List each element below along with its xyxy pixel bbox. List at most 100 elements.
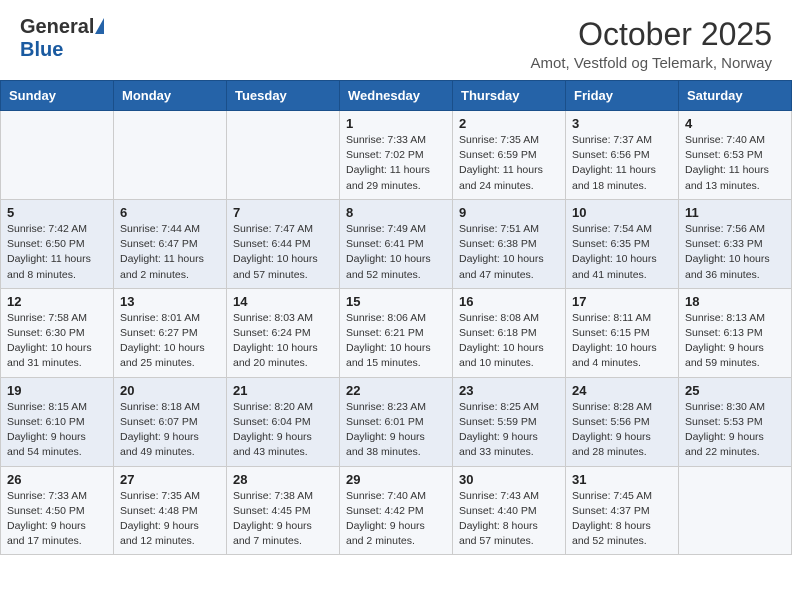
day-number: 20 bbox=[120, 383, 220, 398]
day-cell: 11 Sunrise: 7:56 AM Sunset: 6:33 PM Dayli… bbox=[679, 199, 792, 288]
day-info: Sunrise: 8:01 AM Sunset: 6:27 PM Dayligh… bbox=[120, 311, 220, 372]
day-cell: 7 Sunrise: 7:47 AM Sunset: 6:44 PM Daylig… bbox=[227, 199, 340, 288]
day-number: 2 bbox=[459, 116, 559, 131]
day-info: Sunrise: 7:37 AM Sunset: 6:56 PM Dayligh… bbox=[572, 133, 672, 194]
day-headers-row: SundayMondayTuesdayWednesdayThursdayFrid… bbox=[1, 81, 792, 111]
day-info: Sunrise: 8:18 AM Sunset: 6:07 PM Dayligh… bbox=[120, 400, 220, 461]
day-number: 29 bbox=[346, 472, 446, 487]
day-info: Sunrise: 7:40 AM Sunset: 6:53 PM Dayligh… bbox=[685, 133, 785, 194]
day-number: 10 bbox=[572, 205, 672, 220]
day-cell bbox=[1, 111, 114, 200]
day-cell: 18 Sunrise: 8:13 AM Sunset: 6:13 PM Dayli… bbox=[679, 288, 792, 377]
day-number: 14 bbox=[233, 294, 333, 309]
day-info: Sunrise: 7:49 AM Sunset: 6:41 PM Dayligh… bbox=[346, 222, 446, 283]
day-info: Sunrise: 8:15 AM Sunset: 6:10 PM Dayligh… bbox=[7, 400, 107, 461]
day-cell: 9 Sunrise: 7:51 AM Sunset: 6:38 PM Daylig… bbox=[453, 199, 566, 288]
day-cell: 26 Sunrise: 7:33 AM Sunset: 4:50 PM Dayli… bbox=[1, 466, 114, 555]
day-cell: 20 Sunrise: 8:18 AM Sunset: 6:07 PM Dayli… bbox=[114, 377, 227, 466]
day-info: Sunrise: 8:08 AM Sunset: 6:18 PM Dayligh… bbox=[459, 311, 559, 372]
day-number: 3 bbox=[572, 116, 672, 131]
col-header-wednesday: Wednesday bbox=[340, 81, 453, 111]
day-info: Sunrise: 8:13 AM Sunset: 6:13 PM Dayligh… bbox=[685, 311, 785, 372]
day-info: Sunrise: 7:47 AM Sunset: 6:44 PM Dayligh… bbox=[233, 222, 333, 283]
day-cell: 30 Sunrise: 7:43 AM Sunset: 4:40 PM Dayli… bbox=[453, 466, 566, 555]
day-number: 11 bbox=[685, 205, 785, 220]
day-number: 5 bbox=[7, 205, 107, 220]
day-number: 24 bbox=[572, 383, 672, 398]
day-number: 22 bbox=[346, 383, 446, 398]
col-header-monday: Monday bbox=[114, 81, 227, 111]
day-cell: 14 Sunrise: 8:03 AM Sunset: 6:24 PM Dayli… bbox=[227, 288, 340, 377]
day-cell: 3 Sunrise: 7:37 AM Sunset: 6:56 PM Daylig… bbox=[566, 111, 679, 200]
day-cell bbox=[114, 111, 227, 200]
day-info: Sunrise: 7:58 AM Sunset: 6:30 PM Dayligh… bbox=[7, 311, 107, 372]
day-info: Sunrise: 7:54 AM Sunset: 6:35 PM Dayligh… bbox=[572, 222, 672, 283]
col-header-tuesday: Tuesday bbox=[227, 81, 340, 111]
day-number: 1 bbox=[346, 116, 446, 131]
day-number: 31 bbox=[572, 472, 672, 487]
col-header-thursday: Thursday bbox=[453, 81, 566, 111]
day-cell: 22 Sunrise: 8:23 AM Sunset: 6:01 PM Dayli… bbox=[340, 377, 453, 466]
day-info: Sunrise: 8:03 AM Sunset: 6:24 PM Dayligh… bbox=[233, 311, 333, 372]
day-number: 17 bbox=[572, 294, 672, 309]
day-number: 4 bbox=[685, 116, 785, 131]
day-info: Sunrise: 8:20 AM Sunset: 6:04 PM Dayligh… bbox=[233, 400, 333, 461]
day-info: Sunrise: 8:06 AM Sunset: 6:21 PM Dayligh… bbox=[346, 311, 446, 372]
page-header: General Blue October 2025 Amot, Vestfold… bbox=[0, 0, 792, 80]
day-info: Sunrise: 8:11 AM Sunset: 6:15 PM Dayligh… bbox=[572, 311, 672, 372]
day-info: Sunrise: 7:35 AM Sunset: 4:48 PM Dayligh… bbox=[120, 489, 220, 550]
day-cell: 31 Sunrise: 7:45 AM Sunset: 4:37 PM Dayli… bbox=[566, 466, 679, 555]
day-cell bbox=[227, 111, 340, 200]
day-cell: 23Sunrise: 8:25 AM Sunset: 5:59 PM Dayli… bbox=[453, 377, 566, 466]
logo-blue-text: Blue bbox=[20, 39, 63, 61]
day-number: 15 bbox=[346, 294, 446, 309]
day-number: 23 bbox=[459, 383, 559, 398]
day-cell: 1Sunrise: 7:33 AM Sunset: 7:02 PM Daylig… bbox=[340, 111, 453, 200]
day-cell: 21Sunrise: 8:20 AM Sunset: 6:04 PM Dayli… bbox=[227, 377, 340, 466]
day-number: 28 bbox=[233, 472, 333, 487]
day-number: 25 bbox=[685, 383, 785, 398]
week-row-1: 1Sunrise: 7:33 AM Sunset: 7:02 PM Daylig… bbox=[1, 111, 792, 200]
day-cell: 13 Sunrise: 8:01 AM Sunset: 6:27 PM Dayli… bbox=[114, 288, 227, 377]
day-number: 7 bbox=[233, 205, 333, 220]
day-cell: 8 Sunrise: 7:49 AM Sunset: 6:41 PM Daylig… bbox=[340, 199, 453, 288]
week-row-4: 19 Sunrise: 8:15 AM Sunset: 6:10 PM Dayli… bbox=[1, 377, 792, 466]
day-number: 26 bbox=[7, 472, 107, 487]
day-cell: 24Sunrise: 8:28 AM Sunset: 5:56 PM Dayli… bbox=[566, 377, 679, 466]
day-info: Sunrise: 8:23 AM Sunset: 6:01 PM Dayligh… bbox=[346, 400, 446, 461]
day-cell: 4 Sunrise: 7:40 AM Sunset: 6:53 PM Daylig… bbox=[679, 111, 792, 200]
day-cell: 16Sunrise: 8:08 AM Sunset: 6:18 PM Dayli… bbox=[453, 288, 566, 377]
day-info: Sunrise: 7:56 AM Sunset: 6:33 PM Dayligh… bbox=[685, 222, 785, 283]
day-number: 27 bbox=[120, 472, 220, 487]
day-info: Sunrise: 7:45 AM Sunset: 4:37 PM Dayligh… bbox=[572, 489, 672, 550]
day-cell: 17 Sunrise: 8:11 AM Sunset: 6:15 PM Dayli… bbox=[566, 288, 679, 377]
day-info: Sunrise: 7:43 AM Sunset: 4:40 PM Dayligh… bbox=[459, 489, 559, 550]
day-cell: 12 Sunrise: 7:58 AM Sunset: 6:30 PM Dayli… bbox=[1, 288, 114, 377]
day-cell bbox=[679, 466, 792, 555]
day-number: 9 bbox=[459, 205, 559, 220]
calendar-body: 1Sunrise: 7:33 AM Sunset: 7:02 PM Daylig… bbox=[1, 111, 792, 555]
col-header-friday: Friday bbox=[566, 81, 679, 111]
title-section: October 2025 Amot, Vestfold og Telemark,… bbox=[531, 16, 773, 72]
day-cell: 28Sunrise: 7:38 AM Sunset: 4:45 PM Dayli… bbox=[227, 466, 340, 555]
day-number: 19 bbox=[7, 383, 107, 398]
logo: General Blue bbox=[20, 16, 104, 62]
day-cell: 5 Sunrise: 7:42 AM Sunset: 6:50 PM Daylig… bbox=[1, 199, 114, 288]
day-number: 8 bbox=[346, 205, 446, 220]
col-header-sunday: Sunday bbox=[1, 81, 114, 111]
day-cell: 2 Sunrise: 7:35 AM Sunset: 6:59 PM Daylig… bbox=[453, 111, 566, 200]
day-info: Sunrise: 7:35 AM Sunset: 6:59 PM Dayligh… bbox=[459, 133, 559, 194]
location-label: Amot, Vestfold og Telemark, Norway bbox=[531, 55, 773, 72]
day-number: 13 bbox=[120, 294, 220, 309]
day-cell: 25Sunrise: 8:30 AM Sunset: 5:53 PM Dayli… bbox=[679, 377, 792, 466]
month-title: October 2025 bbox=[531, 16, 773, 53]
day-cell: 10 Sunrise: 7:54 AM Sunset: 6:35 PM Dayli… bbox=[566, 199, 679, 288]
day-number: 12 bbox=[7, 294, 107, 309]
day-number: 30 bbox=[459, 472, 559, 487]
day-info: Sunrise: 7:42 AM Sunset: 6:50 PM Dayligh… bbox=[7, 222, 107, 283]
day-number: 18 bbox=[685, 294, 785, 309]
day-info: Sunrise: 7:51 AM Sunset: 6:38 PM Dayligh… bbox=[459, 222, 559, 283]
day-info: Sunrise: 7:33 AM Sunset: 4:50 PM Dayligh… bbox=[7, 489, 107, 550]
day-info: Sunrise: 7:40 AM Sunset: 4:42 PM Dayligh… bbox=[346, 489, 446, 550]
day-cell: 19 Sunrise: 8:15 AM Sunset: 6:10 PM Dayli… bbox=[1, 377, 114, 466]
